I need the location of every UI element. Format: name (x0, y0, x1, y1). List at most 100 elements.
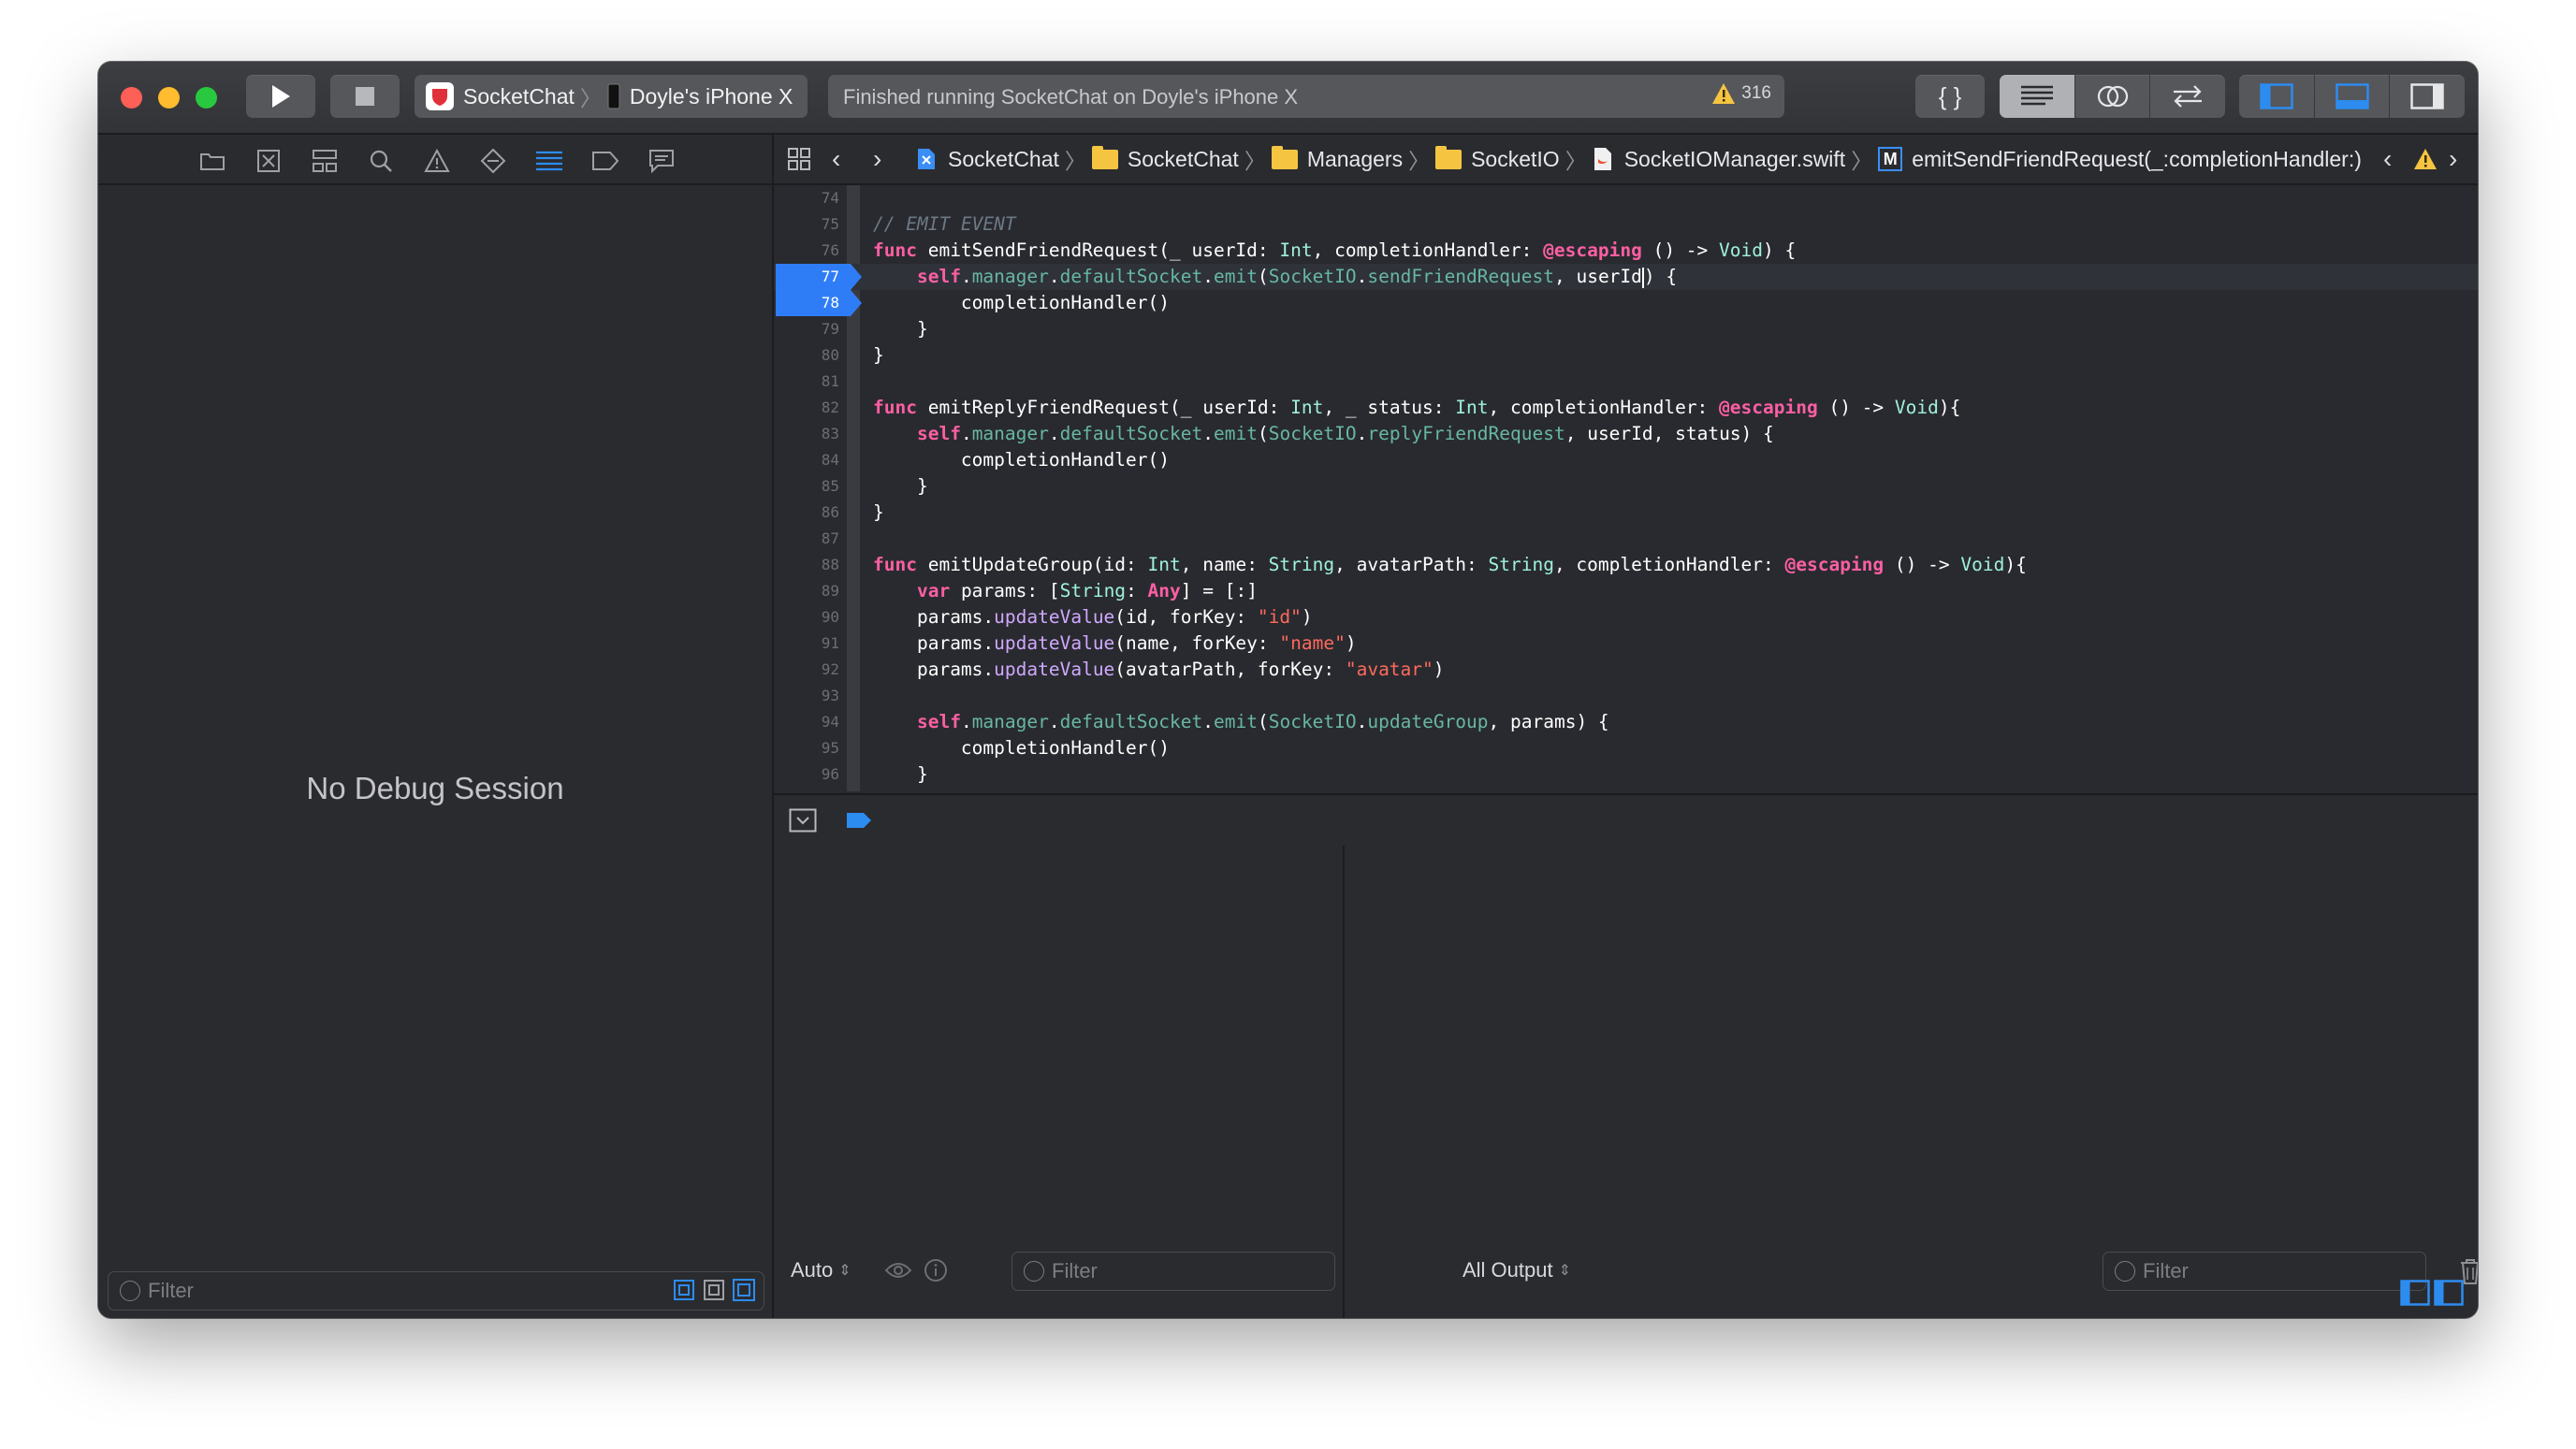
warning-icon (2414, 149, 2437, 169)
method-icon: M (1878, 147, 1903, 171)
standard-editor-button[interactable] (2000, 75, 2074, 118)
breakpoint-icon (592, 152, 619, 170)
info-icon (924, 1259, 947, 1282)
code-line[interactable]: 96 } (774, 761, 2478, 788)
no-debug-session-message: No Debug Session (306, 771, 564, 805)
code-line-current[interactable]: 77 self.manager.defaultSocket.emit(Socke… (774, 264, 2478, 290)
test-navigator-tab[interactable] (479, 148, 507, 174)
chevron-right-icon: 〉 (1851, 149, 1873, 173)
chevron-right-icon: 〉 (1408, 149, 1431, 173)
version-editor-icon (2174, 85, 2202, 108)
forward-button[interactable]: › (873, 135, 881, 183)
previous-issue-button[interactable]: ‹ (2383, 135, 2392, 183)
version-editor-button[interactable] (2150, 75, 2225, 118)
breakpoint-icon (847, 813, 871, 828)
issue-navigator-tab[interactable] (423, 148, 451, 174)
navigator-filter-field[interactable]: Filter (108, 1271, 764, 1311)
code-line[interactable]: 91 params.updateValue(name, forKey: "nam… (774, 630, 2478, 657)
filter-icon (1024, 1261, 1044, 1282)
folder-icon (1435, 145, 1463, 169)
variables-filter-field[interactable]: Filter (1011, 1252, 1335, 1291)
source-control-navigator-tab[interactable] (255, 148, 283, 174)
stop-button[interactable] (330, 75, 400, 118)
code-line[interactable]: 85 } (774, 473, 2478, 500)
code-line[interactable]: 75 // EMIT EVENT (774, 211, 2478, 238)
source-control-icon (257, 150, 280, 172)
breadcrumb-item-group[interactable]: SocketChat (1091, 145, 1239, 172)
close-window-button[interactable] (121, 87, 142, 109)
jump-bar: ‹ › SocketChat 〉 SocketChat 〉 Managers 〉… (774, 135, 2478, 185)
warning-badge[interactable]: 316 (1711, 82, 1771, 105)
right-panel-icon (2410, 83, 2444, 109)
assistant-editor-button[interactable] (2075, 75, 2149, 118)
show-console-button[interactable] (2434, 1280, 2464, 1311)
toggle-navigator-button[interactable] (2239, 75, 2314, 118)
memory-filter-icon[interactable] (702, 1278, 726, 1302)
process-filter-icon[interactable] (672, 1278, 696, 1302)
code-line[interactable]: 90 params.updateValue(id, forKey: "id") (774, 604, 2478, 630)
code-line[interactable]: 94 self.manager.defaultSocket.emit(Socke… (774, 709, 2478, 735)
code-snippet-button[interactable]: { } (1915, 75, 1985, 118)
console-view[interactable]: All Output ⇕ Filter (1345, 846, 2478, 1318)
code-line[interactable]: 86} (774, 500, 2478, 526)
related-items-button[interactable] (787, 135, 811, 183)
console-output-selector[interactable]: All Output ⇕ (1463, 1252, 1571, 1289)
variables-scope-selector[interactable]: Auto ⇕ (791, 1252, 851, 1289)
chevron-right-icon: › (2449, 144, 2458, 173)
warning-count: 316 (1741, 83, 1771, 103)
filter-icon (2115, 1261, 2135, 1282)
zoom-window-button[interactable] (196, 87, 217, 109)
quick-look-button[interactable] (884, 1260, 912, 1285)
breadcrumb-item-method[interactable]: M emitSendFriendRequest(_:completionHand… (1878, 147, 2362, 172)
symbol-navigator-tab[interactable] (311, 148, 339, 174)
breakpoints-toggle-button[interactable] (845, 811, 873, 834)
code-line[interactable]: 81 (774, 369, 2478, 395)
breakpoint-navigator-tab[interactable] (591, 148, 619, 174)
project-navigator-tab[interactable] (198, 148, 226, 174)
run-button[interactable] (246, 75, 315, 118)
debug-navigator-tab[interactable] (535, 148, 563, 174)
filter-icon (120, 1281, 140, 1301)
code-line[interactable]: 89 var params: [String: Any] = [:] (774, 578, 2478, 604)
code-line[interactable]: 93 (774, 683, 2478, 709)
find-navigator-tab[interactable] (367, 148, 395, 174)
code-line[interactable]: 92 params.updateValue(avatarPath, forKey… (774, 657, 2478, 683)
code-line[interactable]: 79 } (774, 316, 2478, 342)
code-line[interactable]: 84 completionHandler() (774, 447, 2478, 473)
breadcrumb-item-project[interactable]: SocketChat (914, 147, 1059, 172)
device-name[interactable]: Doyle's iPhone X (630, 84, 793, 109)
breadcrumb-item-socketio[interactable]: SocketIO (1435, 145, 1560, 172)
breadcrumb-item-file[interactable]: SocketIOManager.swift (1593, 147, 1845, 172)
code-line[interactable]: 83 self.manager.defaultSocket.emit(Socke… (774, 421, 2478, 447)
report-navigator-tab[interactable] (648, 148, 676, 174)
code-line[interactable]: 87 (774, 526, 2478, 552)
code-line[interactable]: 80} (774, 342, 2478, 369)
folder-icon (200, 153, 225, 170)
thread-filter-icon[interactable] (732, 1278, 756, 1302)
minimize-window-button[interactable] (158, 87, 180, 109)
source-editor[interactable]: 74 75 // EMIT EVENT 76 func emitSendFrie… (774, 185, 2478, 791)
breadcrumb-item-managers[interactable]: Managers (1271, 145, 1403, 172)
console-filter-field[interactable]: Filter (2103, 1252, 2426, 1291)
code-comment: // EMIT EVENT (873, 213, 1016, 235)
code-line[interactable]: 74 (774, 185, 2478, 211)
eye-icon (884, 1263, 912, 1278)
assistant-editor-icon (2097, 85, 2128, 108)
code-line[interactable]: 88 func emitUpdateGroup(id: Int, name: S… (774, 552, 2478, 578)
show-variables-view-button[interactable] (2400, 1280, 2430, 1311)
issue-indicator[interactable] (2413, 135, 2438, 183)
toggle-debug-area-button[interactable] (2315, 75, 2389, 118)
hide-debug-area-button[interactable] (789, 808, 817, 837)
print-description-button[interactable] (924, 1258, 948, 1287)
code-line[interactable]: 78 completionHandler() (774, 290, 2478, 316)
back-button[interactable]: ‹ (832, 135, 840, 183)
code-line[interactable]: 95 completionHandler() (774, 735, 2478, 761)
scheme-selector[interactable]: SocketChat 〉 Doyle's iPhone X (415, 75, 808, 118)
next-issue-button[interactable]: › (2449, 135, 2457, 183)
debug-icon (536, 151, 562, 171)
toggle-inspector-button[interactable] (2390, 75, 2465, 118)
breadcrumb: SocketChat 〉 SocketChat 〉 Managers 〉 Soc… (914, 135, 2362, 183)
variables-view[interactable]: Auto ⇕ Filter (774, 846, 1345, 1318)
code-line[interactable]: 82 func emitReplyFriendRequest(_ userId:… (774, 395, 2478, 421)
code-line[interactable]: 76 func emitSendFriendRequest(_ userId: … (774, 238, 2478, 264)
